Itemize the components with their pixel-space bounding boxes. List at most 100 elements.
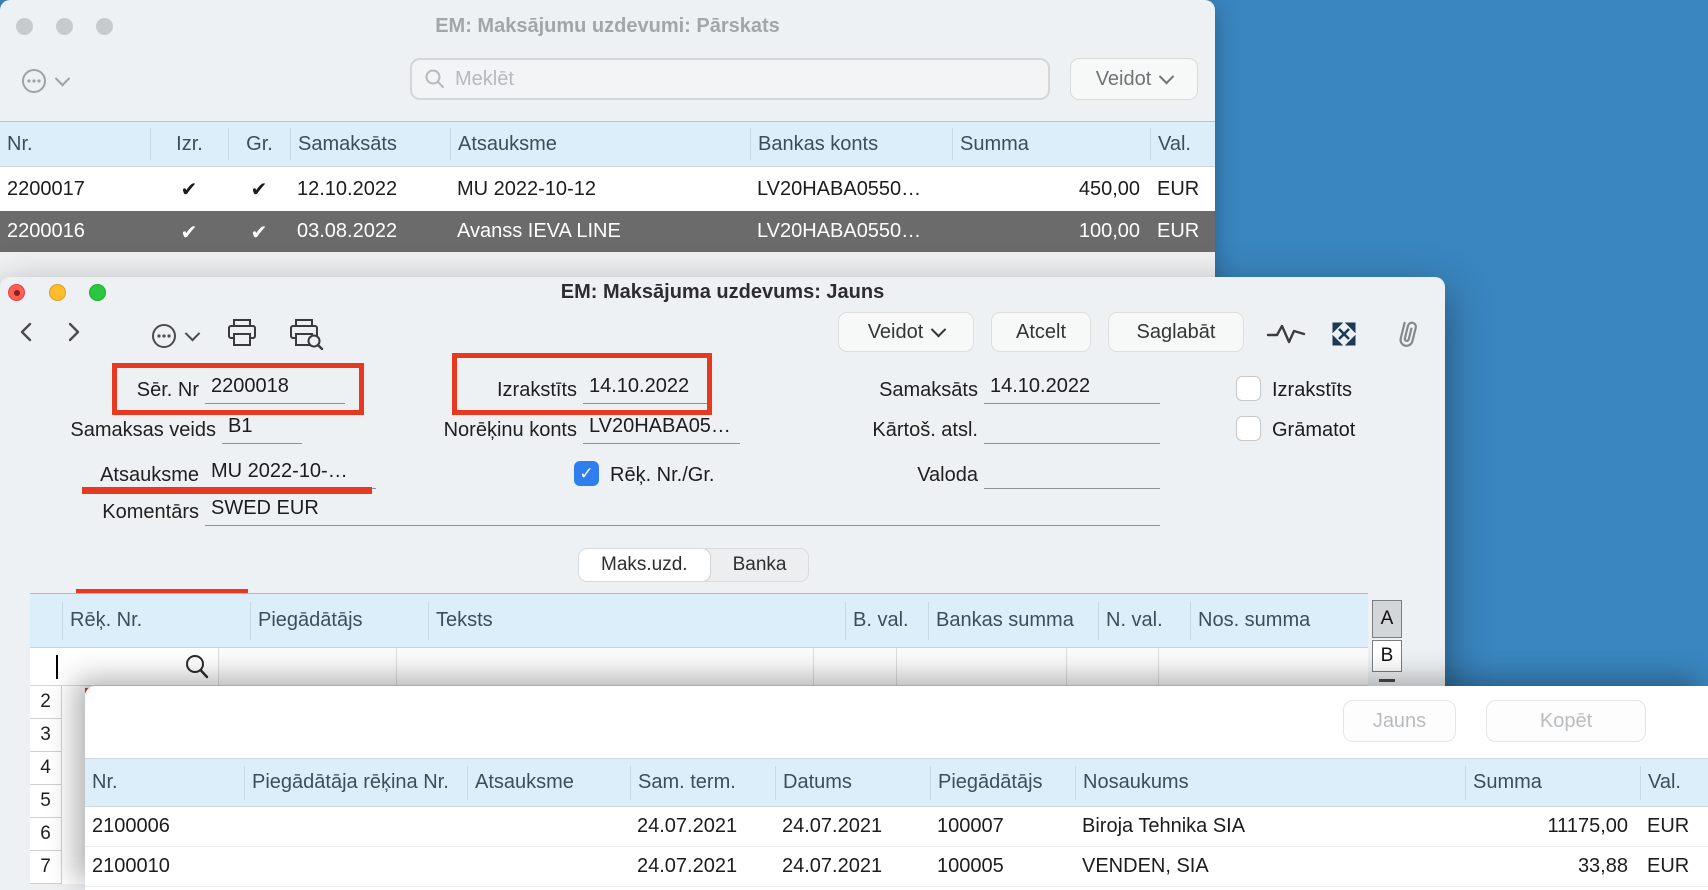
- column-header[interactable]: Gr.: [228, 128, 290, 160]
- kartos-atsl-field[interactable]: [984, 415, 1160, 444]
- grid-row-number: 3: [30, 719, 62, 752]
- overview-table-header: Nr. Izr. Gr. Samaksāts Atsauksme Bankas …: [0, 121, 1215, 167]
- column-header[interactable]: Bankas summa: [928, 602, 1098, 640]
- cancel-button[interactable]: Atcelt: [991, 312, 1091, 352]
- more-menu-button[interactable]: [150, 318, 222, 354]
- checkmark-icon: ✔: [228, 220, 290, 244]
- grid-gap: [62, 686, 85, 884]
- table-empty-area: [0, 252, 1215, 276]
- column-header[interactable]: Samaksāts: [290, 128, 450, 160]
- izrakstits-checkbox[interactable]: [1236, 376, 1261, 401]
- column-header[interactable]: Piegādātājs: [250, 602, 428, 640]
- window-title: EM: Maksājumu uzdevumi: Pārskats: [0, 0, 1215, 38]
- column-header[interactable]: Val.: [1150, 128, 1215, 160]
- search-icon: [424, 68, 446, 90]
- copy-button[interactable]: Kopēt: [1486, 700, 1646, 742]
- flip-b-button[interactable]: B: [1372, 640, 1402, 672]
- table-row-selected[interactable]: 2200016 ✔ ✔ 03.08.2022 Avanss IEVA LINE …: [0, 211, 1215, 252]
- checkbox-label: Izrakstīts: [1272, 379, 1352, 402]
- column-header[interactable]: Atsauksme: [467, 766, 630, 800]
- table-row[interactable]: 2200017 ✔ ✔ 12.10.2022 MU 2022-10-12 LV2…: [0, 167, 1215, 211]
- grid-row-number: 2: [30, 686, 62, 719]
- norekinu-konts-field[interactable]: LV20HABA05…: [583, 415, 740, 444]
- forward-button[interactable]: [60, 319, 86, 345]
- rek-nr-cell[interactable]: [30, 648, 218, 685]
- gramatot-checkbox[interactable]: [1236, 416, 1261, 441]
- column-header[interactable]: Nos. summa: [1190, 602, 1368, 640]
- save-button[interactable]: Saglabāt: [1108, 312, 1244, 352]
- chevron-down-icon: [1159, 68, 1175, 84]
- paste-special-window: Jauns Kopēt Nr. Piegādātāja rēķina Nr. A…: [85, 686, 1708, 890]
- new-button[interactable]: Jauns: [1343, 700, 1456, 742]
- column-header[interactable]: N. val.: [1098, 602, 1190, 640]
- field-label: Atsauksme: [60, 464, 199, 487]
- tab-maks-uzd[interactable]: Maks.uzd.: [578, 548, 711, 582]
- tab-banka[interactable]: Banka: [711, 549, 809, 581]
- column-header[interactable]: Nosaukums: [1075, 766, 1465, 800]
- field-label: Norēķinu konts: [400, 419, 577, 442]
- expand-icon[interactable]: [1330, 320, 1358, 348]
- table-row[interactable]: 2100010 24.07.2021 24.07.2021 100005 VEN…: [85, 847, 1708, 887]
- create-button[interactable]: Veidot: [1070, 58, 1198, 100]
- print-icon[interactable]: [226, 318, 258, 348]
- column-header[interactable]: Sam. term.: [630, 766, 775, 800]
- window-title: EM: Maksājuma uzdevums: Jauns: [0, 277, 1445, 304]
- rek-nr-gr-checkbox[interactable]: ✓: [574, 461, 599, 486]
- grid-row[interactable]: [30, 648, 1368, 686]
- field-label: Izrakstīts: [440, 379, 577, 402]
- record-tab-bar: Maks.uzd. Banka: [578, 548, 809, 582]
- search-field[interactable]: [410, 58, 1050, 100]
- chevron-down-icon: [55, 70, 71, 86]
- column-header[interactable]: B. val.: [845, 602, 928, 640]
- column-header[interactable]: Datums: [775, 766, 930, 800]
- activity-zigzag-icon[interactable]: [1266, 322, 1306, 346]
- komentars-field[interactable]: SWED EUR: [205, 497, 1160, 526]
- column-header[interactable]: Nr.: [85, 766, 244, 800]
- close-button[interactable]: [16, 18, 33, 35]
- checkbox-label: Grāmatot: [1272, 419, 1355, 442]
- zoom-button[interactable]: [96, 18, 113, 35]
- checkmark-icon: ✔: [228, 177, 290, 201]
- minimize-button[interactable]: [49, 284, 66, 301]
- valoda-field[interactable]: [984, 460, 1160, 489]
- flip-divider: [1379, 679, 1395, 682]
- table-row[interactable]: 2100006 24.07.2021 24.07.2021 100007 Bir…: [85, 807, 1708, 847]
- atsauksme-field[interactable]: MU 2022-10-…: [205, 460, 376, 489]
- column-header[interactable]: Piegādātājs: [930, 766, 1075, 800]
- column-header[interactable]: Izr.: [150, 128, 228, 160]
- flip-a-button[interactable]: A: [1372, 600, 1402, 638]
- print-preview-icon[interactable]: [288, 318, 324, 350]
- column-header[interactable]: Summa: [952, 128, 1150, 160]
- column-header[interactable]: Bankas konts: [750, 128, 952, 160]
- back-button[interactable]: [14, 319, 40, 345]
- paste-special-magnifier-icon[interactable]: [182, 653, 212, 681]
- field-label: Samaksāts: [840, 379, 978, 402]
- column-header[interactable]: Piegādātāja rēķina Nr.: [244, 766, 467, 800]
- create-button[interactable]: Veidot: [838, 312, 974, 352]
- grid-row-number: 5: [30, 785, 62, 818]
- checkmark-icon: ✔: [150, 220, 228, 244]
- checkmark-icon: ✔: [150, 177, 228, 201]
- samaksats-field[interactable]: 14.10.2022: [984, 375, 1160, 404]
- column-header[interactable]: Summa: [1465, 766, 1640, 800]
- column-header[interactable]: Val.: [1640, 766, 1708, 800]
- ellipsis-circle-icon: [150, 322, 178, 350]
- paperclip-icon[interactable]: [1394, 318, 1422, 350]
- samaksas-veids-field[interactable]: B1: [222, 415, 302, 444]
- column-header[interactable]: Atsauksme: [450, 128, 750, 160]
- more-menu-button[interactable]: [20, 63, 92, 99]
- ser-nr-field[interactable]: 2200018: [205, 375, 345, 404]
- field-label: Komentārs: [60, 501, 199, 524]
- search-input[interactable]: [455, 68, 1036, 91]
- column-header[interactable]: Rēķ. Nr.: [62, 602, 250, 640]
- field-label: Valoda: [840, 464, 978, 487]
- column-header[interactable]: Teksts: [428, 602, 845, 640]
- minimize-button[interactable]: [56, 18, 73, 35]
- close-button[interactable]: [8, 284, 25, 301]
- overview-titlebar: EM: Maksājumu uzdevumi: Pārskats: [0, 0, 1215, 55]
- column-header[interactable]: Nr.: [0, 128, 150, 160]
- izrakstits-field[interactable]: 14.10.2022: [583, 375, 710, 404]
- zoom-button[interactable]: [89, 284, 106, 301]
- field-label: Kārtoš. atsl.: [840, 419, 978, 442]
- paste-table-header: Nr. Piegādātāja rēķina Nr. Atsauksme Sam…: [85, 758, 1708, 807]
